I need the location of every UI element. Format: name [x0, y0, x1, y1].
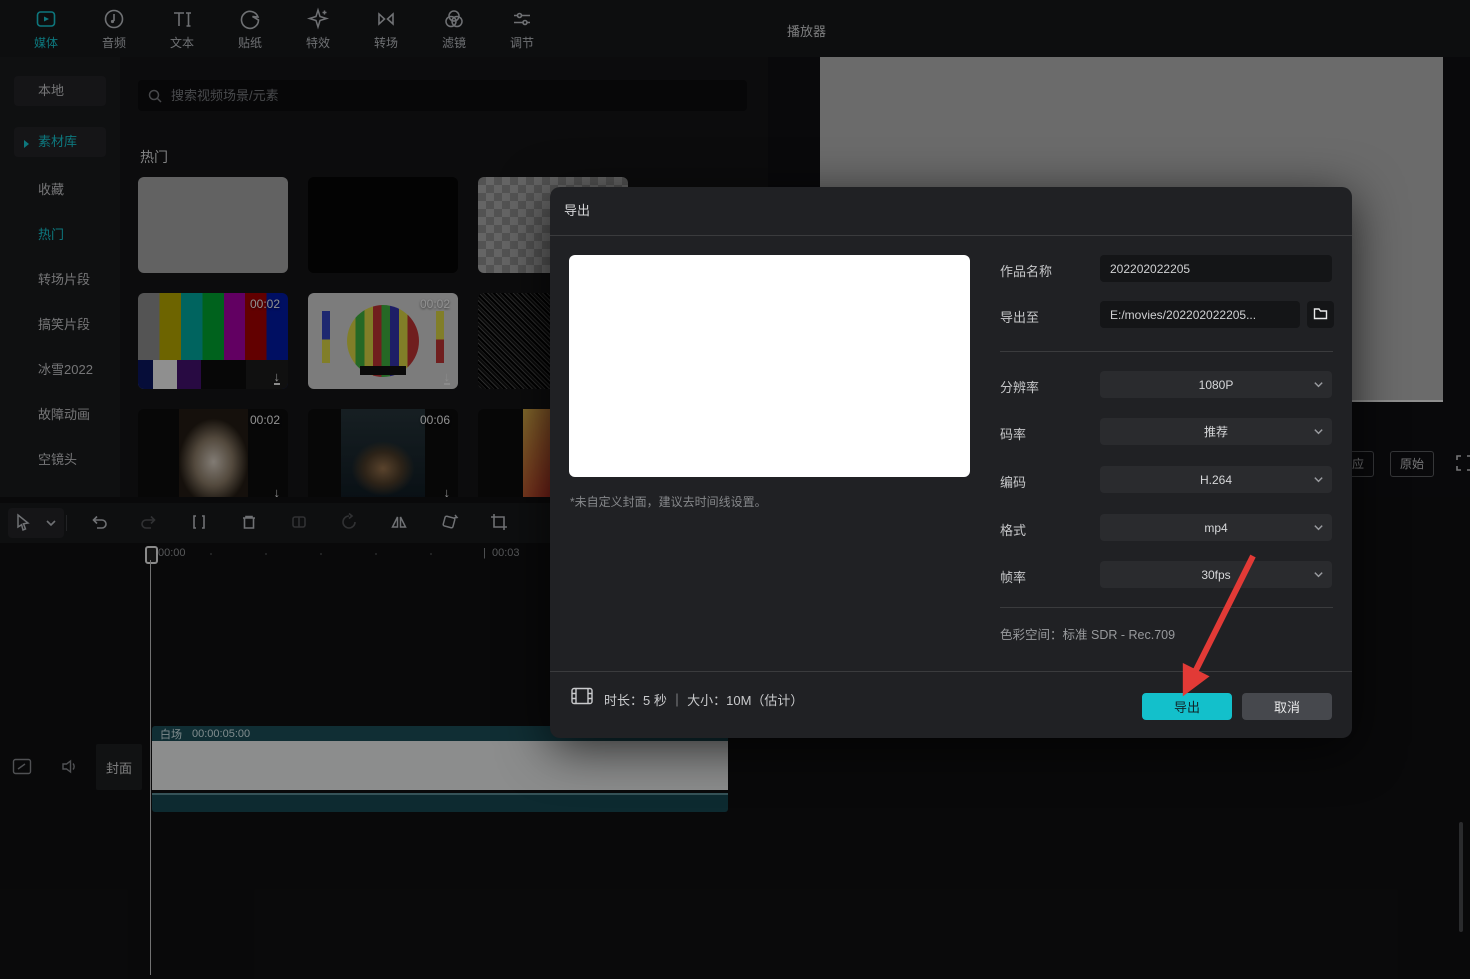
path-input[interactable] [1100, 301, 1300, 328]
cancel-button[interactable]: 取消 [1242, 693, 1332, 720]
folder-icon [1313, 307, 1328, 323]
bitrate-label: 码率 [1000, 424, 1026, 443]
folder-browse-button[interactable] [1307, 301, 1334, 328]
dialog-title: 导出 [564, 200, 590, 219]
chevron-down-icon [1313, 569, 1324, 583]
export-button[interactable]: 导出 [1142, 693, 1232, 720]
codec-select[interactable]: H.264 [1100, 466, 1332, 493]
codec-value: H.264 [1200, 473, 1232, 487]
framerate-select[interactable]: 30fps [1100, 561, 1332, 588]
codec-label: 编码 [1000, 472, 1026, 491]
resolution-select[interactable]: 1080P [1100, 371, 1332, 398]
chevron-down-icon [1313, 522, 1324, 536]
resolution-value: 1080P [1199, 378, 1234, 392]
export-summary: 时长：5 秒 ｜ 大小：10M（估计） [604, 690, 803, 709]
color-space-label: 色彩空间： [1000, 628, 1063, 642]
format-label: 格式 [1000, 520, 1026, 539]
chevron-down-icon [1313, 474, 1324, 488]
cover-note: *未自定义封面，建议去时间线设置。 [570, 493, 767, 510]
dialog-divider [1000, 607, 1333, 608]
name-input[interactable] [1100, 255, 1332, 282]
framerate-label: 帧率 [1000, 567, 1026, 586]
format-select[interactable]: mp4 [1100, 514, 1332, 541]
format-value: mp4 [1204, 521, 1227, 535]
path-label: 导出至 [1000, 307, 1039, 326]
dialog-footer-divider [550, 671, 1352, 672]
size-value: 10M（估计） [726, 693, 803, 708]
app-window: 媒体 音频 文本 贴纸 特效 转场 滤镜 调节 [0, 0, 1470, 979]
film-strip-icon [570, 686, 594, 709]
duration-value: 5 秒 [643, 693, 667, 708]
duration-label: 时长： [604, 693, 643, 708]
size-label: 大小： [687, 693, 726, 708]
resolution-label: 分辨率 [1000, 377, 1039, 396]
export-cover-preview [569, 255, 970, 477]
color-space-value: 标准 SDR - Rec.709 [1063, 628, 1176, 642]
summary-separator: ｜ [670, 693, 683, 708]
chevron-down-icon [1313, 426, 1324, 440]
name-label: 作品名称 [1000, 261, 1052, 280]
chevron-down-icon [1313, 379, 1324, 393]
bitrate-select[interactable]: 推荐 [1100, 418, 1332, 445]
color-space-row: 色彩空间：标准 SDR - Rec.709 [1000, 624, 1175, 643]
export-dialog: 导出 *未自定义封面，建议去时间线设置。 作品名称 导出至 分辨率 1080P … [550, 187, 1352, 738]
dialog-divider [550, 235, 1352, 236]
dialog-divider [1000, 351, 1333, 352]
bitrate-value: 推荐 [1204, 423, 1228, 440]
framerate-value: 30fps [1201, 568, 1230, 582]
